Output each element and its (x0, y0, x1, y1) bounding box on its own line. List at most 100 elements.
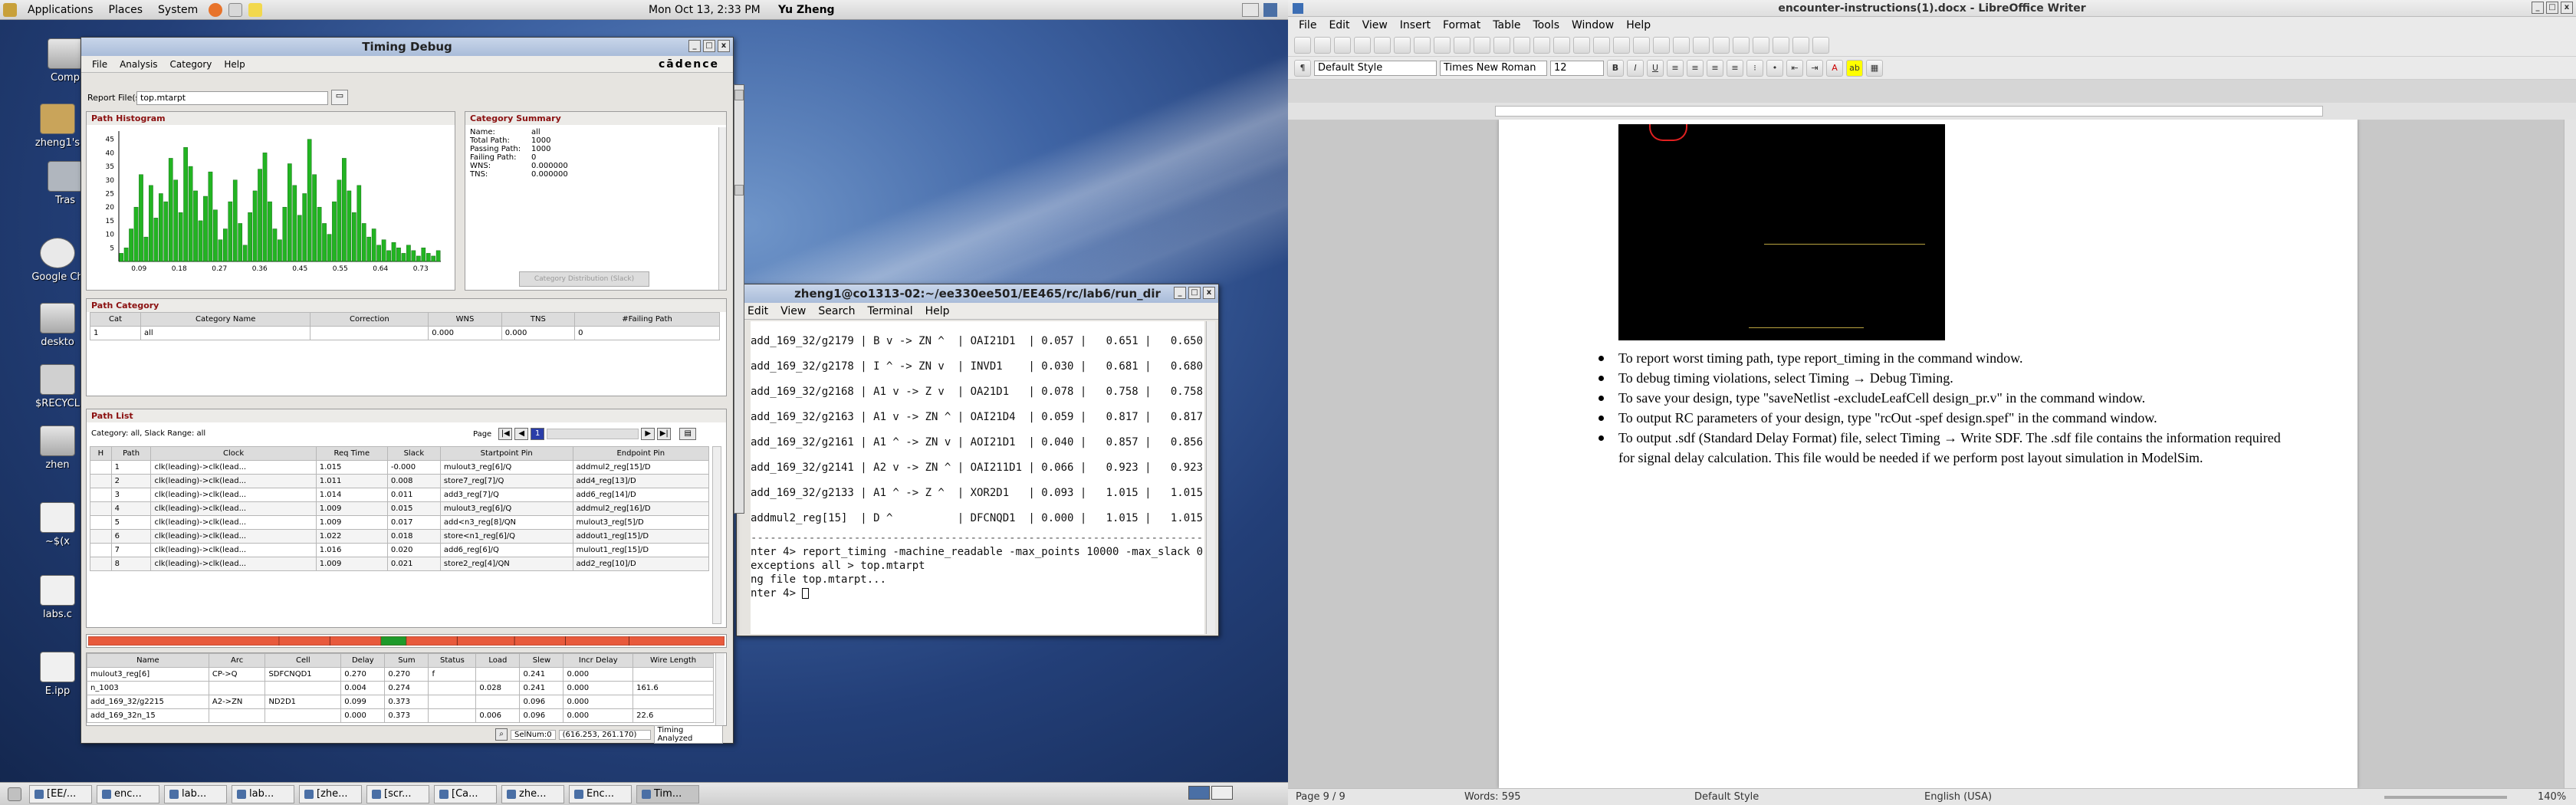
volume-icon[interactable] (1263, 2, 1277, 17)
taskbar-item[interactable]: [scr... (366, 784, 429, 803)
path-list-scrollbar[interactable] (712, 446, 721, 624)
hyperlink-icon[interactable] (1613, 36, 1630, 54)
histogram-bar[interactable] (381, 239, 386, 262)
row-checkbox[interactable] (90, 557, 112, 571)
font-name-select[interactable]: Times New Roman (1440, 60, 1547, 76)
timeline-bar[interactable] (87, 636, 725, 646)
row-checkbox[interactable] (90, 515, 112, 530)
category-column-header[interactable]: Cat (90, 312, 141, 327)
open-icon[interactable] (1314, 36, 1331, 54)
histogram-bar[interactable] (143, 236, 149, 262)
category-column-header[interactable]: TNS (501, 312, 576, 327)
minimize-button[interactable]: _ (2532, 2, 2544, 14)
font-color-icon[interactable]: A (1826, 59, 1843, 77)
histogram-bar[interactable] (317, 206, 322, 262)
image-icon[interactable] (1653, 36, 1670, 54)
histogram-bar[interactable] (178, 212, 183, 262)
writer-menu-file[interactable]: File (1293, 19, 1322, 31)
navigator-icon[interactable] (1733, 36, 1750, 54)
page-number[interactable]: 1 (531, 428, 545, 440)
path-column-header[interactable]: Req Time (315, 446, 388, 461)
indent-decrease-icon[interactable]: ⇤ (1786, 59, 1803, 77)
writer-menu-edit[interactable]: Edit (1322, 19, 1355, 31)
styles-icon[interactable]: ¶ (1294, 59, 1311, 77)
writer-titlebar[interactable]: encounter-instructions(1).docx - LibreOf… (1288, 0, 2576, 17)
taskbar-item[interactable]: Enc... (569, 784, 632, 803)
histogram-bar[interactable] (376, 245, 381, 262)
close-icon[interactable] (734, 185, 744, 196)
draw-icon[interactable] (1693, 36, 1710, 54)
slack-distribution-button[interactable]: Category Distribution (Slack) (519, 271, 649, 287)
histogram-bar[interactable] (421, 248, 426, 262)
terminal-output[interactable]: add_169_32/g2179 | B v -> ZN ^ | OAI21D1… (751, 321, 1204, 634)
align-left-icon[interactable]: ≡ (1667, 59, 1684, 77)
histogram-bar[interactable] (193, 190, 198, 262)
table-row[interactable]: add_169_32/g2215 A2->ZN ND2D1 0.099 0.373 0.0… (87, 695, 714, 709)
histogram-bar[interactable] (371, 228, 376, 262)
firefox-icon[interactable] (209, 2, 223, 17)
close-button[interactable]: x (1203, 287, 1215, 299)
histogram-bar[interactable] (416, 255, 421, 262)
histogram-bar[interactable] (168, 158, 173, 262)
category-row[interactable]: 1 all 0.000 0.000 0 (90, 326, 720, 340)
histogram-bar[interactable] (406, 245, 411, 262)
row-checkbox[interactable] (90, 460, 112, 475)
histogram-bar[interactable] (297, 215, 302, 262)
timing-debug-titlebar[interactable]: Timing Debug _ □ x (81, 38, 733, 56)
chart-icon[interactable] (1673, 36, 1690, 54)
histogram-bar[interactable] (198, 220, 203, 262)
detail-column-header[interactable]: Cell (264, 653, 342, 668)
clone-icon[interactable] (1553, 36, 1570, 54)
print-icon[interactable]: ▤ (679, 428, 697, 440)
path-column-header[interactable]: Slack (386, 446, 441, 461)
timeline-segment[interactable] (87, 636, 280, 646)
writer-menu-insert[interactable]: Insert (1394, 19, 1437, 31)
gallery-icon[interactable] (1753, 36, 1769, 54)
table-row[interactable]: 2 clk(leading)->clk(lead... 1.011 0.008 stor… (90, 474, 710, 488)
detail-column-header[interactable]: Wire Length (632, 653, 714, 668)
embedded-layout-image[interactable] (1618, 124, 1945, 340)
paragraph-style-select[interactable]: Default Style (1314, 60, 1437, 76)
histogram-bar[interactable] (158, 193, 163, 262)
edit-icon[interactable] (1374, 36, 1391, 54)
histogram-bar[interactable] (347, 190, 352, 262)
taskbar-item[interactable]: [Ca... (434, 784, 497, 803)
histogram-bar[interactable] (173, 179, 179, 262)
row-checkbox[interactable] (90, 501, 112, 516)
histogram-bar[interactable] (272, 228, 278, 262)
close-icon[interactable] (734, 90, 744, 100)
preview-icon[interactable] (1434, 36, 1451, 54)
zoom-level[interactable]: 140% (2538, 791, 2566, 803)
bold-icon[interactable]: B (1607, 59, 1624, 77)
histogram-bar[interactable] (188, 166, 193, 262)
page-style[interactable]: Default Style (1694, 791, 1759, 803)
table-row[interactable]: 1 clk(leading)->clk(lead... 1.015 -0.000 mul… (90, 460, 710, 475)
nonprinting-icon[interactable] (1792, 36, 1809, 54)
justify-icon[interactable]: ≡ (1727, 59, 1743, 77)
histogram-bar[interactable] (232, 179, 238, 262)
histogram-bar[interactable] (292, 185, 297, 262)
histogram-bar[interactable] (213, 209, 218, 262)
minimize-button[interactable]: _ (688, 40, 701, 52)
report-file-input[interactable]: top.mtarpt (136, 91, 328, 105)
cut-icon[interactable] (1493, 36, 1510, 54)
taskbar-item[interactable]: lab... (164, 784, 227, 803)
path-column-header[interactable]: Clock (150, 446, 317, 461)
histogram-bar[interactable] (153, 218, 159, 262)
path-column-header[interactable]: H (90, 446, 112, 461)
first-page-icon[interactable]: |◀ (498, 428, 513, 440)
histogram-bar[interactable] (119, 253, 123, 262)
redo-icon[interactable] (1593, 36, 1610, 54)
row-checkbox[interactable] (90, 543, 112, 557)
highlight-icon[interactable]: ab (1846, 59, 1863, 77)
horizontal-ruler[interactable] (1495, 106, 2323, 117)
histogram-bar[interactable] (342, 158, 347, 262)
undo-icon[interactable] (1573, 36, 1590, 54)
category-column-header[interactable]: #Failing Path (574, 312, 720, 327)
detail-column-header[interactable]: Name (87, 653, 209, 668)
taskbar-item[interactable]: lab... (232, 784, 294, 803)
page-count[interactable]: Page 9 / 9 (1296, 791, 1346, 803)
maximize-button[interactable]: □ (2546, 2, 2558, 14)
new-icon[interactable] (1294, 36, 1311, 54)
next-page-icon[interactable]: ▶ (641, 428, 656, 440)
